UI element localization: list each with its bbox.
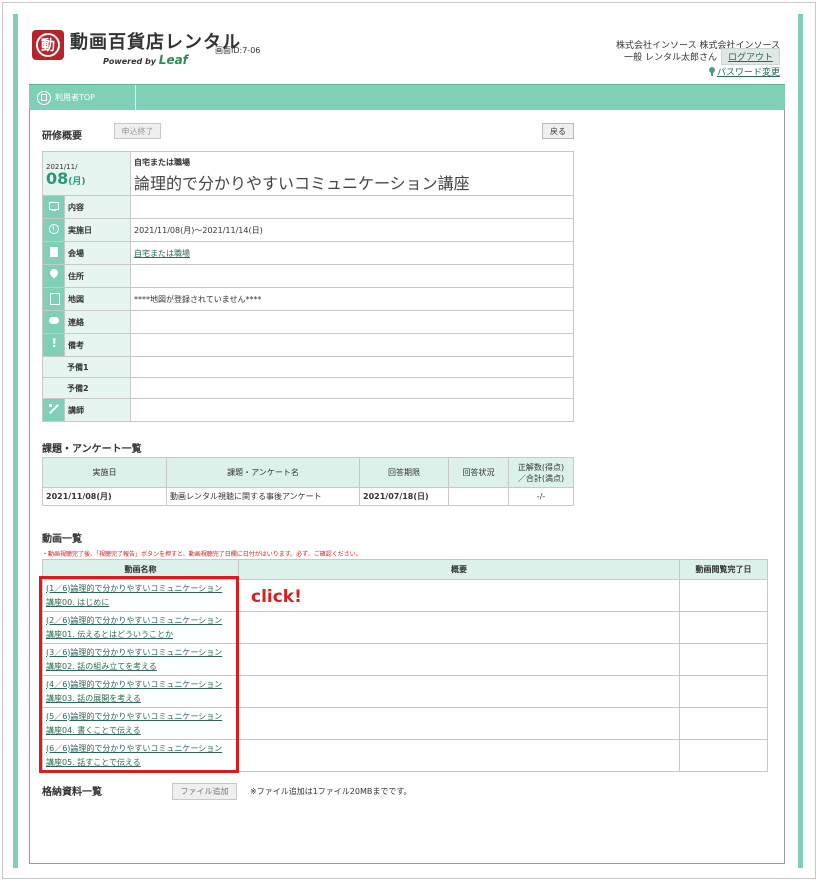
videos-title: 動画一覧: [42, 534, 82, 545]
file-note: ※ファイル追加は1ファイル20MBまでです。: [250, 787, 412, 796]
table-row: (2／6)論理的で分かりやすいコミュニケーション 講座01. 伝えるとはどういうこ…: [42, 611, 768, 644]
speech-bubble-icon: [48, 315, 60, 327]
right-accent-bar: [798, 14, 803, 868]
video-link-6[interactable]: (6／6)論理的で分かりやすいコミュニケーション 講座05. 話すことで伝える: [46, 742, 235, 770]
value-spare1: [130, 356, 574, 378]
monitor-icon: [48, 200, 60, 212]
date-day: 08(月): [46, 169, 86, 188]
key-icon: [708, 67, 715, 76]
label-spare2: 予備2: [42, 377, 131, 399]
tab-bar: 利用者TOP: [29, 84, 785, 110]
building-icon: [48, 246, 60, 258]
location-pin-icon: [48, 269, 60, 281]
videos-note: ・動画視聴完了後、「視聴完了報告」ボタンを押すと、動画視聴完了日欄に日付がはいり…: [42, 551, 362, 558]
table-row: (1／6)論理的で分かりやすいコミュニケーション 講座00. はじめに: [42, 579, 768, 612]
survey-header-deadline: 回答期限: [359, 457, 449, 488]
password-change-link[interactable]: パスワード変更: [708, 65, 780, 78]
value-spare2: [130, 377, 574, 399]
table-row: (5／6)論理的で分かりやすいコミュニケーション 講座04. 書くことで伝える: [42, 707, 768, 740]
label-map: 地図: [64, 287, 131, 311]
value-remarks: [130, 333, 574, 357]
label-remarks: 備考: [64, 333, 131, 357]
exclamation-icon: [48, 336, 60, 350]
video-header-name: 動画名称: [42, 559, 239, 580]
add-file-button[interactable]: ファイル追加: [172, 783, 237, 800]
logout-button[interactable]: ログアウト: [720, 48, 780, 65]
wand-icon: [48, 403, 60, 415]
label-instructor: 講師: [64, 398, 131, 422]
user-name: 一般 レンタル太郎さん: [624, 53, 717, 63]
user-info: 一般 レンタル太郎さん ログアウト: [624, 48, 780, 65]
table-row: (6／6)論理的で分かりやすいコミュニケーション 講座05. 話すことで伝える: [42, 739, 768, 772]
value-map: ****地図が登録されていません****: [130, 287, 574, 311]
click-annotation: click!: [251, 587, 302, 607]
value-date: 2021/11/08(月)〜2021/11/14(日): [130, 218, 574, 242]
video-link-1[interactable]: (1／6)論理的で分かりやすいコミュニケーション 講座00. はじめに: [46, 582, 235, 610]
label-venue: 会場: [64, 241, 131, 265]
powered-by: Powered by Leaf: [103, 53, 188, 67]
venue-link[interactable]: 自宅または職場: [134, 249, 190, 258]
clock-icon: [48, 223, 60, 235]
survey-header-date: 実施日: [42, 457, 167, 488]
survey-table: 実施日 課題・アンケート名 回答期限 回答状況 正解数(得点) ／合計(満点) 2…: [42, 457, 574, 506]
course-header-cell: 自宅または職場 論理的で分かりやすいコミュニケーション講座: [130, 151, 574, 196]
survey-header-status: 回答状況: [448, 457, 509, 488]
logo-icon[interactable]: 動: [32, 30, 64, 60]
table-row: (4／6)論理的で分かりやすいコミュニケーション 講座03. 話の展開を考える: [42, 675, 768, 708]
value-instructor: [130, 398, 574, 422]
screen-id: 画面ID:7-06: [215, 46, 261, 55]
document-icon: [37, 90, 51, 105]
overview-title: 研修概要: [42, 131, 82, 142]
video-table: 動画名称 概要 動画閲覧完了日 (1／6)論理的で分かりやすいコミュニケーション…: [42, 559, 768, 772]
video-header-completed: 動画閲覧完了日: [679, 559, 768, 580]
video-header-summary: 概要: [238, 559, 680, 580]
label-date: 実施日: [64, 218, 131, 242]
files-title: 格納資料一覧: [42, 787, 102, 798]
label-contact: 連絡: [64, 310, 131, 334]
label-address: 住所: [64, 264, 131, 288]
survey-title: 課題・アンケート一覧: [42, 444, 142, 455]
date-cell: 2021/11/ 08(月): [42, 151, 131, 196]
video-link-3[interactable]: (3／6)論理的で分かりやすいコミュニケーション 講座02. 話の組み立てを考える: [46, 646, 235, 674]
video-link-5[interactable]: (5／6)論理的で分かりやすいコミュニケーション 講座04. 書くことで伝える: [46, 710, 235, 738]
left-accent-bar: [13, 14, 18, 868]
value-contact: [130, 310, 574, 334]
table-row: 2021/11/08(月) 動画レンタル視聴に関する事後アンケート 2021/0…: [42, 487, 574, 506]
back-button[interactable]: 戻る: [542, 123, 574, 139]
video-link-4[interactable]: (4／6)論理的で分かりやすいコミュニケーション 講座03. 話の展開を考える: [46, 678, 235, 706]
video-link-2[interactable]: (2／6)論理的で分かりやすいコミュニケーション 講座01. 伝えるとはどういうこ…: [46, 614, 235, 642]
tab-user-top[interactable]: 利用者TOP: [29, 85, 136, 110]
survey-header-name: 課題・アンケート名: [166, 457, 360, 488]
value-content: [130, 195, 574, 219]
value-address: [130, 264, 574, 288]
label-content: 内容: [64, 195, 131, 219]
course-detail-table: 2021/11/ 08(月) 自宅または職場 論理的で分かりやすいコミュニケーシ…: [42, 151, 574, 422]
survey-header-score: 正解数(得点) ／合計(満点): [508, 457, 574, 488]
label-spare1: 予備1: [42, 356, 131, 378]
table-row: (3／6)論理的で分かりやすいコミュニケーション 講座02. 話の組み立てを考える: [42, 643, 768, 676]
map-icon: [48, 292, 60, 305]
course-title: 論理的で分かりやすいコミュニケーション講座: [134, 174, 470, 193]
application-closed-button: 申込終了: [114, 123, 161, 139]
